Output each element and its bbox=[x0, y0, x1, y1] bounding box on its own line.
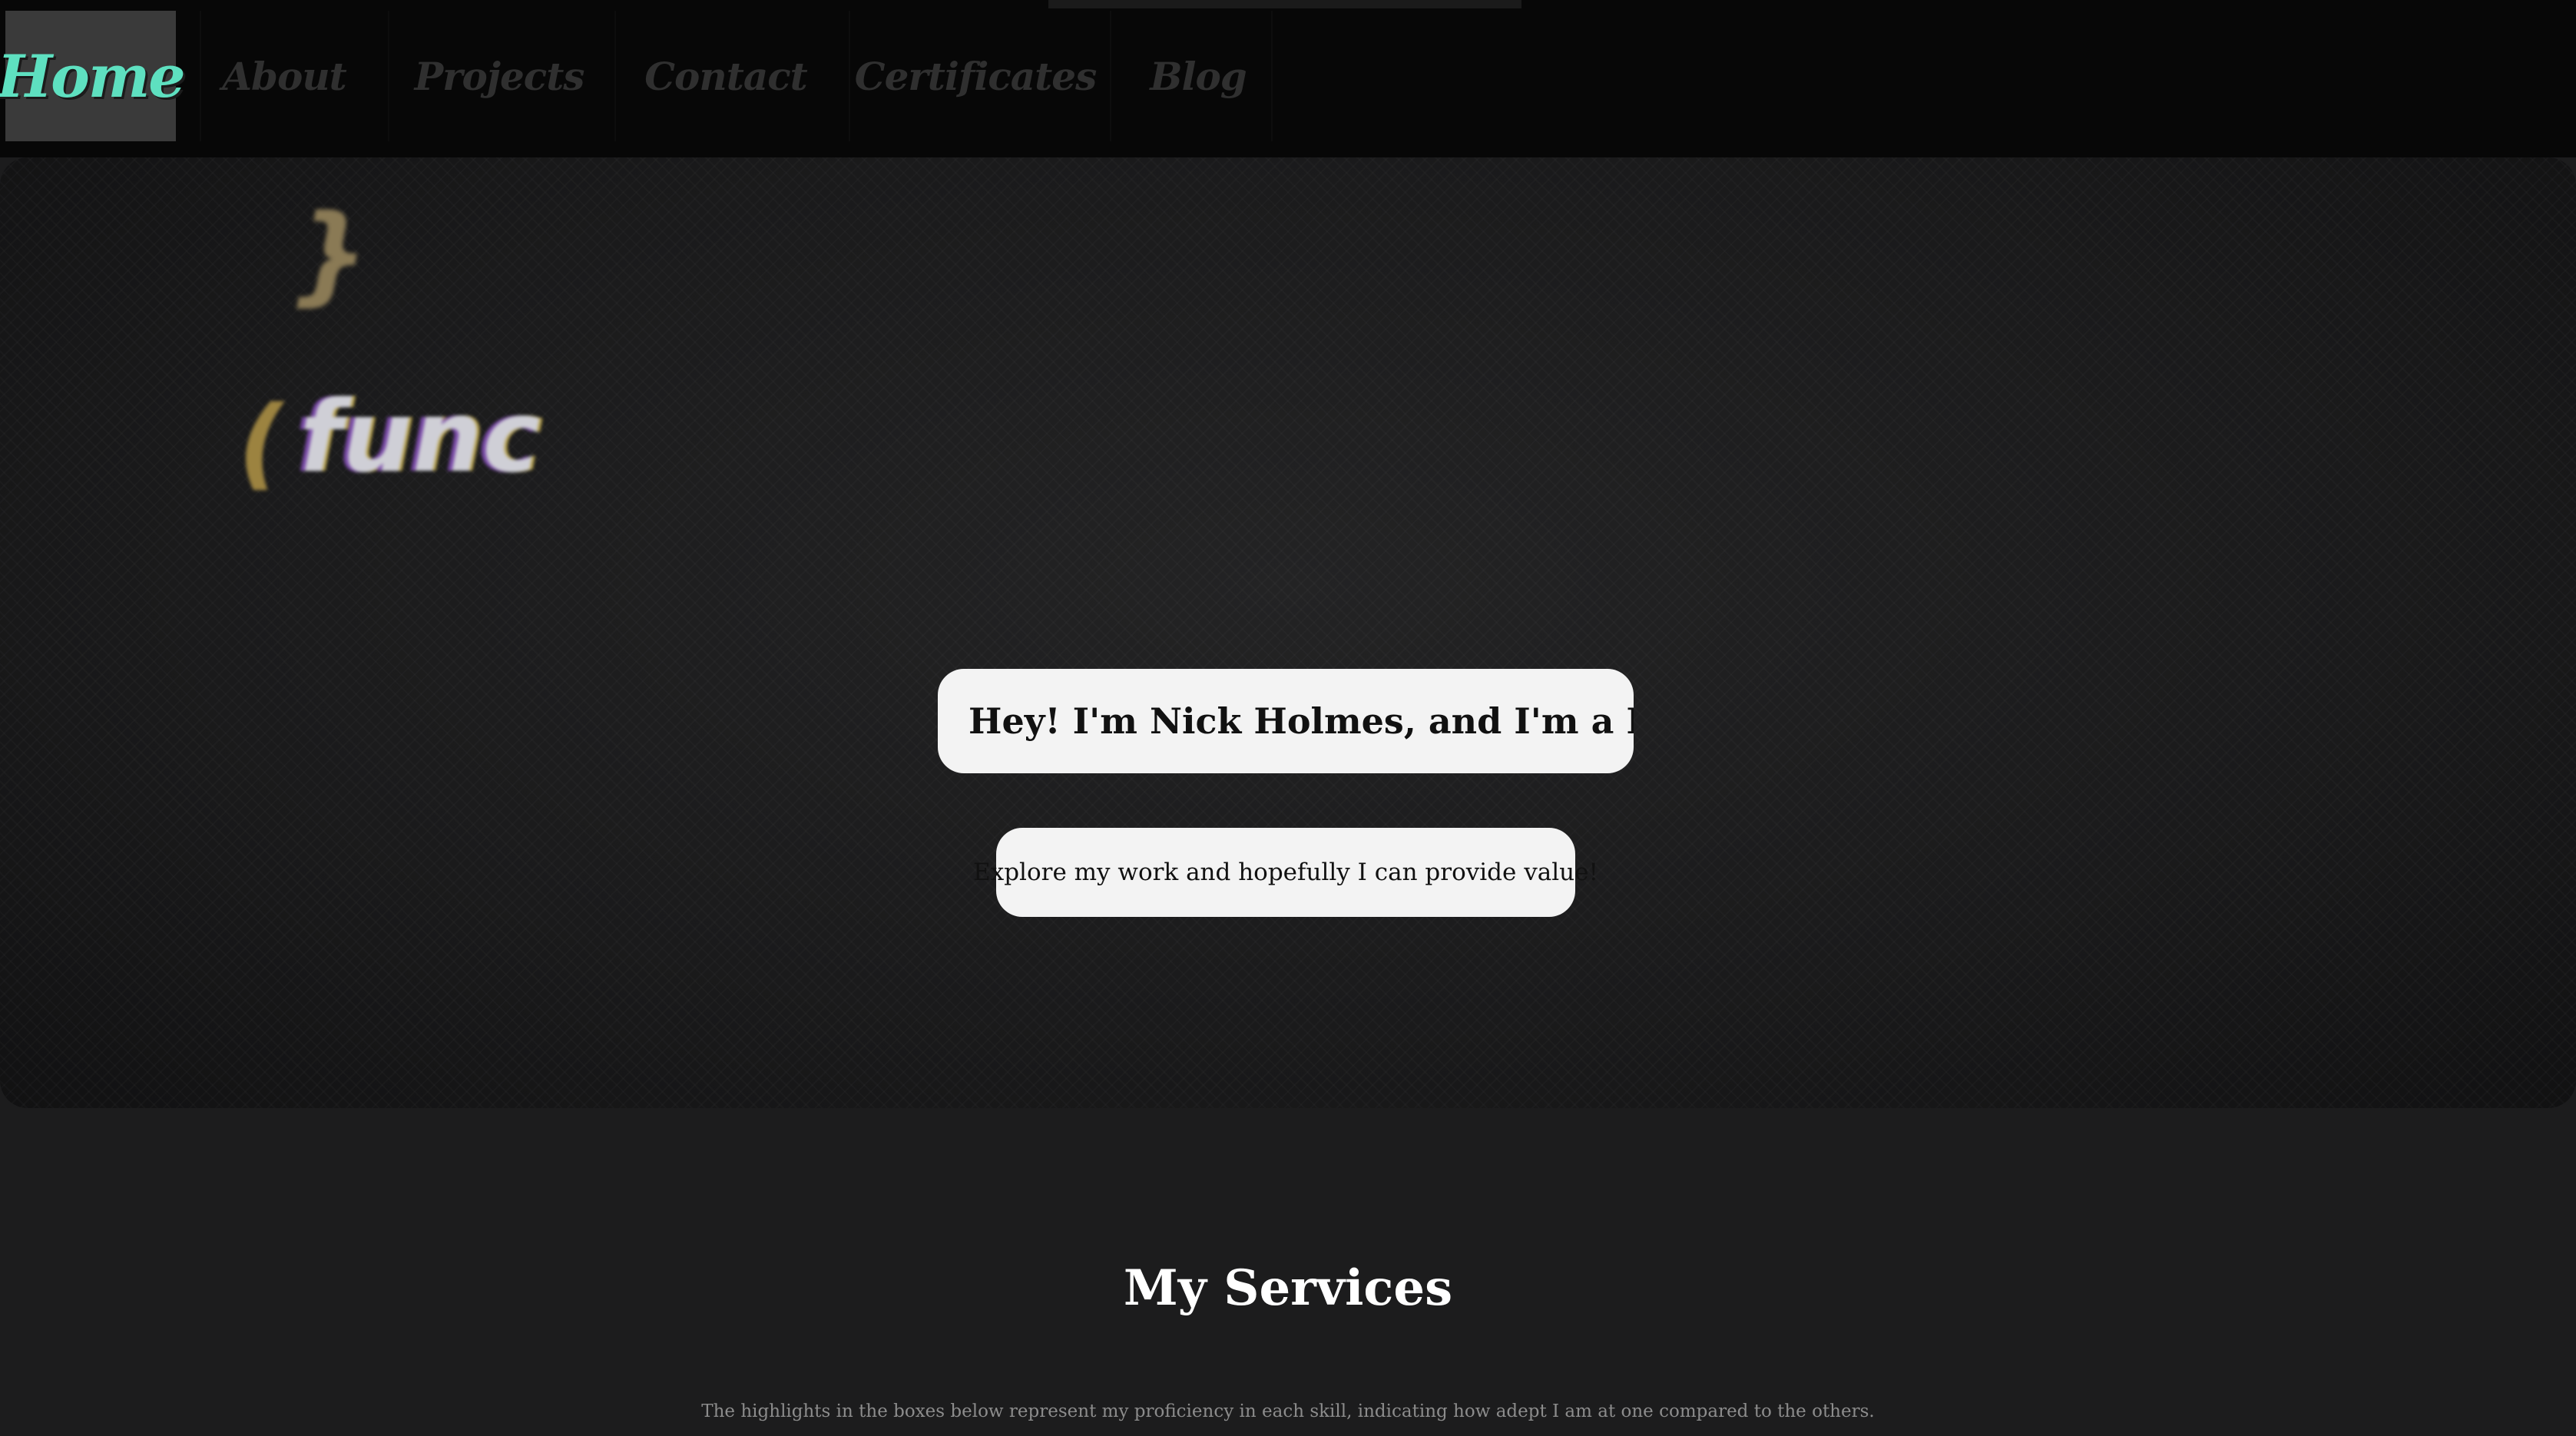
nav-item-blog[interactable]: Blog bbox=[1137, 11, 1260, 141]
background-code-func: func bbox=[300, 380, 541, 495]
nav-item-home-label: Home bbox=[0, 41, 186, 111]
background-code-paren: ( bbox=[238, 384, 284, 501]
nav-divider bbox=[388, 11, 389, 141]
navbar: Home About Projects Contact Certificates… bbox=[0, 0, 2576, 157]
nav-divider bbox=[849, 11, 850, 141]
nav-item-blog-label: Blog bbox=[1150, 53, 1247, 99]
nav-item-contact[interactable]: Contact bbox=[644, 11, 808, 141]
nav-item-certificates-label: Certificates bbox=[854, 53, 1097, 99]
nav-divider bbox=[614, 11, 616, 141]
hero-section: } ( func Hey! I'm Nick Holmes, and I'm a… bbox=[0, 157, 2576, 1108]
services-title: My Services bbox=[1123, 1259, 1453, 1317]
nav-item-home[interactable]: Home bbox=[0, 11, 186, 141]
services-description: The highlights in the boxes below repres… bbox=[701, 1401, 1875, 1421]
nav-item-contact-label: Contact bbox=[644, 53, 808, 99]
nav-item-projects-label: Projects bbox=[414, 53, 585, 99]
nav-divider bbox=[200, 11, 201, 141]
hero-subheading-text: Explore my work and hopefully I can prov… bbox=[973, 859, 1598, 886]
nav-item-about[interactable]: About bbox=[222, 11, 347, 141]
hero-heading-text: Hey! I'm Nick Holmes, and I'm a Full S bbox=[968, 700, 1634, 742]
hero-subheading: Explore my work and hopefully I can prov… bbox=[973, 828, 1598, 917]
nav-divider bbox=[1110, 11, 1111, 141]
nav-divider bbox=[1271, 11, 1273, 141]
hero-heading: Hey! I'm Nick Holmes, and I'm a Full S bbox=[938, 669, 1634, 773]
nav-item-projects[interactable]: Projects bbox=[414, 11, 585, 141]
nav-item-certificates[interactable]: Certificates bbox=[855, 11, 1097, 141]
nav-top-indicator bbox=[1048, 0, 1521, 8]
background-code-brace: } bbox=[292, 192, 369, 317]
nav-item-about-label: About bbox=[222, 53, 347, 99]
